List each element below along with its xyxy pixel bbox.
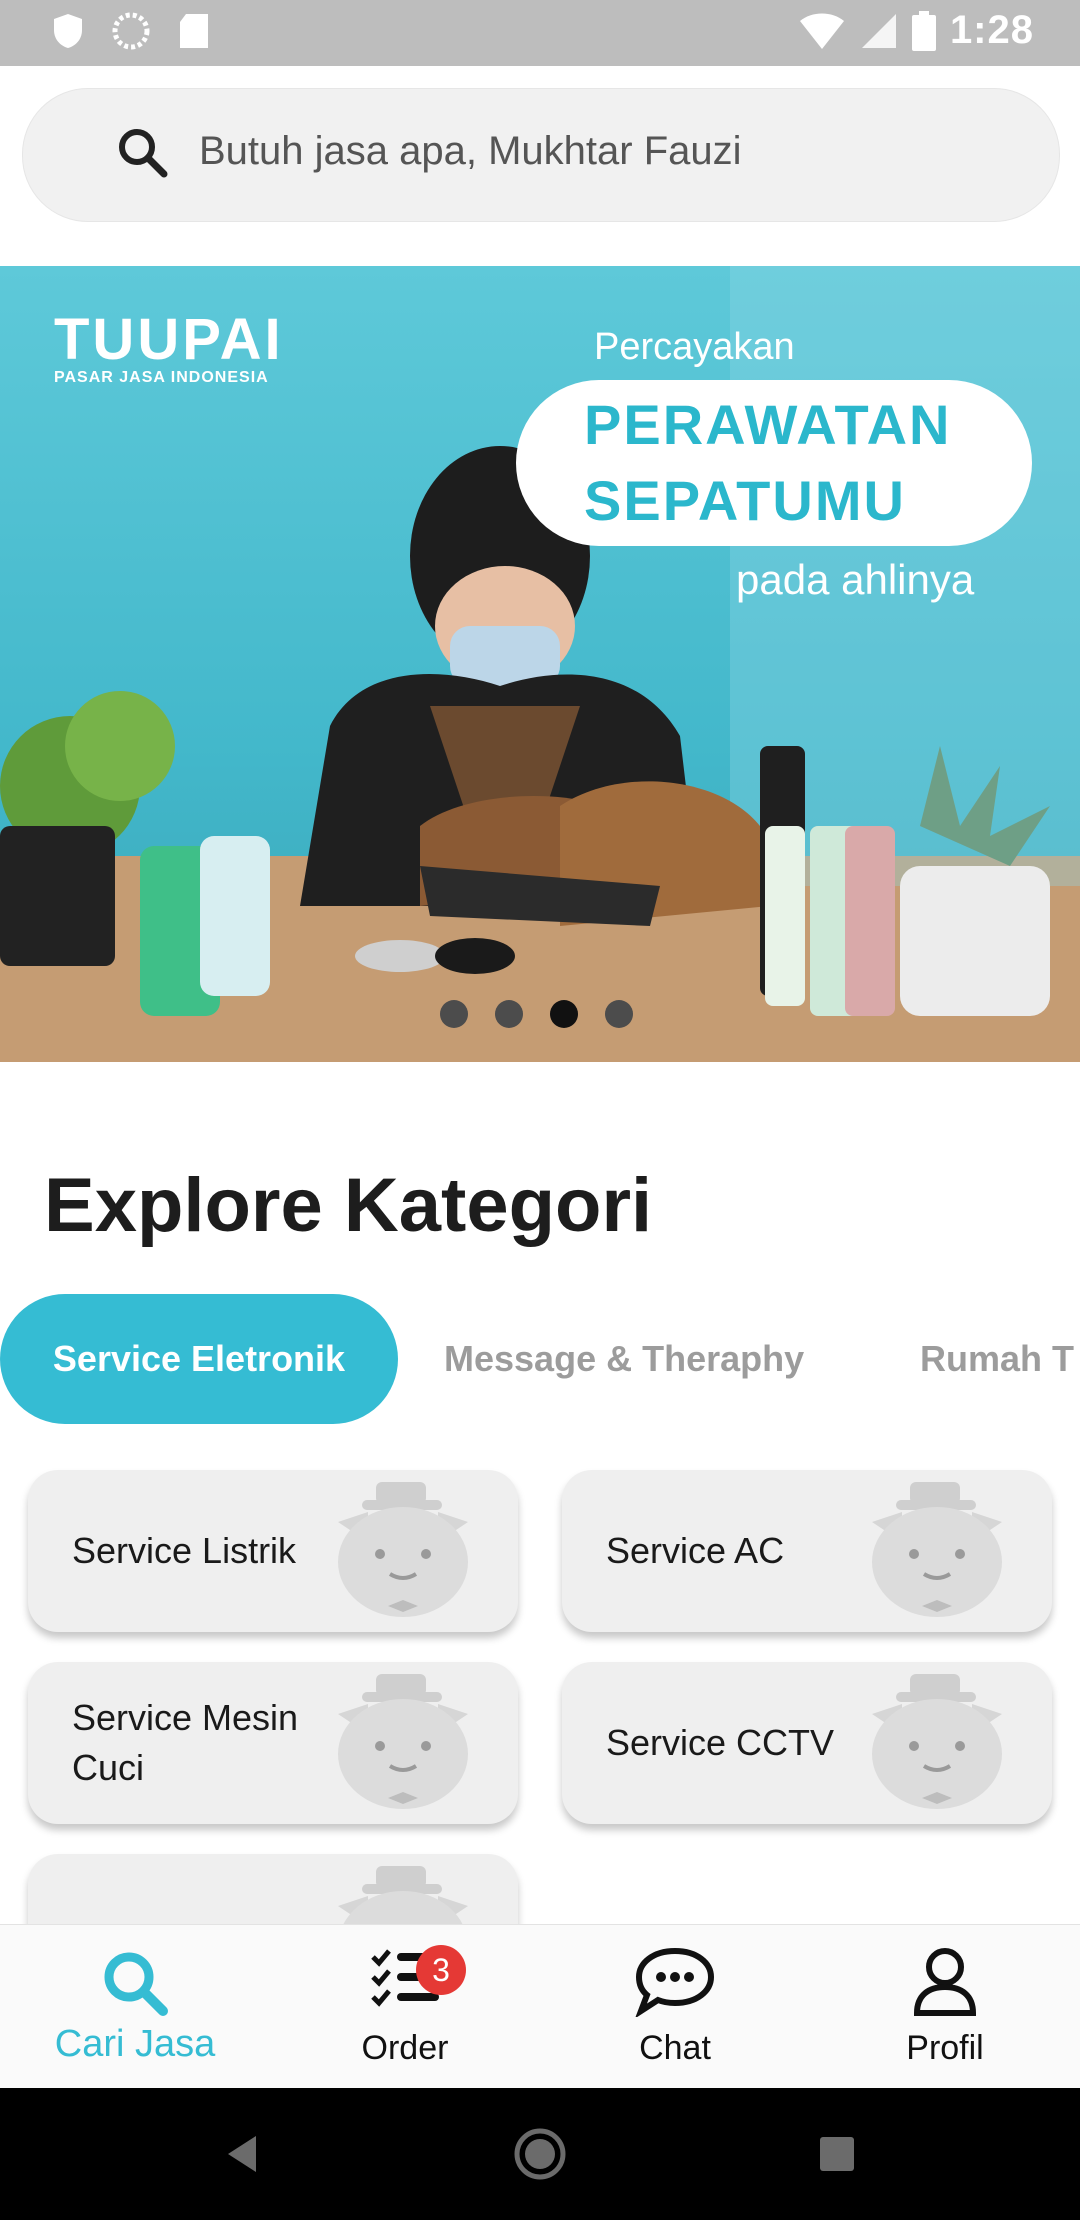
mascot-icon (338, 1482, 468, 1617)
bottom-nav: Cari Jasa 3 Order Chat Profil (0, 1924, 1080, 2089)
nav-chat[interactable]: Chat (540, 1925, 810, 2089)
service-card-label: Service AC (606, 1529, 785, 1571)
service-card-label: Service Mesin Cuci (72, 1696, 299, 1788)
service-card-listrik[interactable]: Service Listrik (28, 1470, 518, 1632)
sync-circle-icon (112, 12, 150, 50)
nav-label: Chat (639, 2029, 711, 2067)
order-count-badge: 3 (416, 1945, 466, 1995)
search-input[interactable]: Butuh jasa apa, Mukhtar Fauzi (199, 129, 742, 174)
brand-tagline: PASAR JASA INDONESIA (54, 369, 269, 386)
back-icon[interactable] (222, 2132, 262, 2176)
tab-service-eletronik[interactable]: Service Eletronik (0, 1294, 398, 1424)
brand-logo: TUUPAI PASAR JASA INDONESIA (54, 306, 284, 387)
nav-label: Cari Jasa (54, 2023, 216, 2065)
service-card-mesin-cuci[interactable]: Service Mesin Cuci (28, 1662, 518, 1824)
recents-icon[interactable] (818, 2135, 856, 2173)
carousel-indicator (440, 1000, 633, 1028)
service-card-label: Service CCTV (606, 1721, 835, 1763)
banner-line-bottom: pada ahlinya (736, 556, 975, 603)
banner-line-top: Percayakan (594, 326, 795, 368)
nav-label: Order (361, 2029, 449, 2067)
mascot-icon (338, 1674, 468, 1809)
battery-icon (911, 10, 936, 51)
shield-icon (54, 14, 82, 48)
nav-profil[interactable]: Profil (810, 1925, 1080, 2089)
banner-headline-2: SEPATUMU (584, 469, 906, 532)
nav-label: Profil (906, 2029, 984, 2067)
wifi-icon (799, 13, 844, 49)
person-icon (913, 1948, 977, 2016)
nav-cari-jasa[interactable]: Cari Jasa (0, 1925, 270, 2089)
cell-signal-icon (861, 13, 896, 48)
section-title: Explore Kategori (44, 1163, 653, 1248)
promo-banner[interactable]: TUUPAI PASAR JASA INDONESIA Percayakan P… (0, 266, 1080, 1062)
mascot-icon (872, 1482, 1002, 1617)
tab-rumah[interactable]: Rumah T (920, 1294, 1074, 1424)
search-bar[interactable]: Butuh jasa apa, Mukhtar Fauzi (22, 88, 1060, 222)
search-icon (104, 1952, 168, 2016)
clock: 1:28 (949, 8, 1034, 52)
home-icon[interactable] (513, 2127, 567, 2181)
brand-name: TUUPAI (54, 307, 284, 372)
carousel-dot[interactable] (605, 1000, 633, 1028)
tab-message-theraphy[interactable]: Message & Theraphy (444, 1294, 804, 1424)
carousel-dot[interactable] (495, 1000, 523, 1028)
chat-bubble-icon (635, 1947, 715, 2017)
search-icon (119, 129, 168, 178)
status-bar: 1:28 (0, 0, 1080, 66)
carousel-dot-active[interactable] (550, 1000, 578, 1028)
mascot-icon (872, 1674, 1002, 1809)
sd-card-icon (180, 14, 208, 48)
banner-headline-pill: PERAWATAN SEPATUMU (516, 380, 1032, 546)
service-card-cctv[interactable]: Service CCTV (562, 1662, 1052, 1824)
service-card-label: Service Listrik (72, 1529, 297, 1571)
carousel-dot[interactable] (440, 1000, 468, 1028)
service-card-ac[interactable]: Service AC (562, 1470, 1052, 1632)
system-nav-bar (0, 2088, 1080, 2220)
banner-headline-1: PERAWATAN (584, 393, 952, 456)
nav-order[interactable]: 3 Order (270, 1925, 540, 2089)
